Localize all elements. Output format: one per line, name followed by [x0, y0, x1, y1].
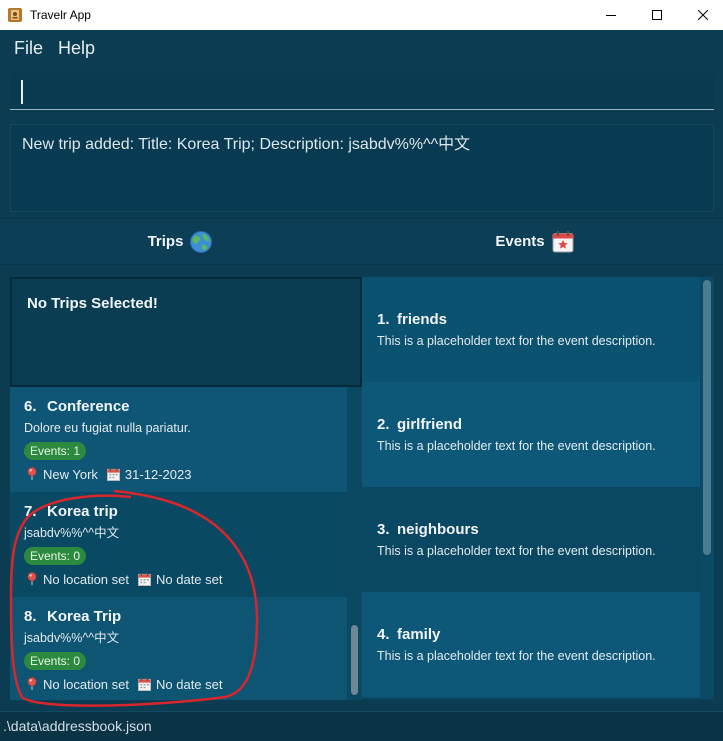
- trip-index: 6.: [24, 398, 37, 415]
- event-description: This is a placeholder text for the event…: [377, 439, 656, 453]
- trip-date: No date set: [156, 571, 223, 587]
- result-message: New trip added: Title: Korea Trip; Descr…: [22, 136, 471, 153]
- trip-description: jsabdv%%^^中文: [24, 526, 120, 540]
- event-description: This is a placeholder text for the event…: [377, 544, 656, 558]
- tab-trips[interactable]: Trips: [0, 219, 361, 264]
- tab-events[interactable]: Events: [361, 219, 723, 264]
- location-pin-icon: [26, 572, 38, 586]
- calendar-star-icon: [551, 230, 575, 254]
- tab-bar: Trips Events: [0, 218, 723, 265]
- event-card[interactable]: 4. family This is a placeholder text for …: [362, 592, 700, 697]
- trip-card[interactable]: 7. Korea trip jsabdv%%^^中文 Events: 0 No l…: [10, 492, 347, 597]
- trip-card[interactable]: 6. Conference Dolore eu fugiat nulla pari…: [10, 387, 347, 492]
- trip-description: jsabdv%%^^中文: [24, 631, 120, 645]
- trip-date: 31-12-2023: [124, 466, 192, 482]
- event-index: 1.: [377, 311, 390, 328]
- location-pin-icon: [26, 677, 38, 691]
- app-icon: [7, 7, 23, 23]
- minimize-button[interactable]: [588, 0, 634, 30]
- trip-title: 8. Korea Trip: [24, 607, 121, 627]
- selected-trip-box: No Trips Selected!: [10, 277, 362, 387]
- menu-help[interactable]: Help: [58, 30, 95, 66]
- no-trip-selected-text: No Trips Selected!: [27, 295, 158, 312]
- calendar-icon: [106, 467, 120, 481]
- event-count-badge: Events: 0: [24, 652, 87, 670]
- scrollbar-thumb[interactable]: [703, 280, 711, 555]
- event-name: neighbours: [397, 521, 479, 538]
- command-box: [10, 73, 714, 110]
- trip-title: 7. Korea trip: [24, 502, 118, 522]
- menu-file[interactable]: File: [14, 30, 43, 66]
- event-description: This is a placeholder text for the event…: [377, 649, 656, 663]
- event-index: 3.: [377, 521, 390, 538]
- result-display: New trip added: Title: Korea Trip; Descr…: [10, 124, 714, 212]
- minimize-icon: [606, 15, 616, 16]
- trips-panel: No Trips Selected! 6. Conference Dolore e…: [10, 277, 362, 700]
- scrollbar-thumb[interactable]: [351, 625, 358, 695]
- event-card[interactable]: 1. friends This is a placeholder text for…: [362, 277, 700, 382]
- maximize-button[interactable]: [634, 0, 680, 30]
- trip-index: 7.: [24, 503, 37, 520]
- event-index: 4.: [377, 626, 390, 643]
- trip-meta: No location set No date set: [26, 675, 223, 693]
- status-bar: .\data\addressbook.json: [0, 711, 723, 741]
- close-button[interactable]: [680, 0, 723, 30]
- trip-card[interactable]: 8. Korea Trip jsabdv%%^^中文 Events: 0 No l…: [10, 597, 347, 700]
- calendar-icon: [138, 677, 151, 691]
- command-input[interactable]: [10, 73, 714, 109]
- event-count-badge: Events: 1: [24, 442, 87, 460]
- event-title: 2. girlfriend: [377, 415, 462, 435]
- trip-list-scrollbar[interactable]: [347, 387, 362, 700]
- globe-icon: [189, 230, 213, 254]
- event-list-scrollbar[interactable]: [700, 277, 714, 699]
- event-card[interactable]: 2. girlfriend This is a placeholder text …: [362, 382, 700, 487]
- window-title: Travelr App: [30, 8, 91, 22]
- close-icon: [698, 10, 708, 20]
- trip-index: 8.: [24, 608, 37, 625]
- trip-meta: New York 31-12-2023: [26, 465, 191, 483]
- event-count-badge: Events: 0: [24, 547, 87, 565]
- trip-title: 6. Conference: [24, 397, 130, 417]
- trip-name: Korea trip: [47, 503, 118, 520]
- event-index: 2.: [377, 416, 390, 433]
- tab-events-label: Events: [495, 233, 545, 250]
- event-name: family: [397, 626, 441, 643]
- location-pin-icon: [26, 467, 38, 481]
- event-card[interactable]: 3. neighbours This is a placeholder text …: [362, 487, 700, 592]
- trip-name: Conference: [47, 398, 130, 415]
- event-description: This is a placeholder text for the event…: [377, 334, 656, 348]
- event-title: 1. friends: [377, 310, 447, 330]
- trip-location: No location set: [43, 571, 129, 587]
- trip-list: 6. Conference Dolore eu fugiat nulla pari…: [10, 387, 362, 700]
- tab-trips-label: Trips: [147, 233, 184, 250]
- maximize-icon: [652, 10, 662, 20]
- text-cursor: [21, 80, 23, 104]
- menu-bar: File Help: [0, 30, 723, 66]
- save-location: .\data\addressbook.json: [3, 718, 152, 734]
- calendar-icon: [138, 572, 151, 586]
- event-title: 3. neighbours: [377, 520, 479, 540]
- trip-date: No date set: [156, 676, 223, 692]
- title-bar: Travelr App: [0, 0, 723, 30]
- trip-location: No location set: [43, 676, 129, 692]
- events-panel: 1. friends This is a placeholder text for…: [362, 277, 714, 699]
- event-name: girlfriend: [397, 416, 463, 433]
- trip-description: Dolore eu fugiat nulla pariatur.: [24, 421, 191, 435]
- trip-name: Korea Trip: [47, 608, 122, 625]
- event-title: 4. family: [377, 625, 440, 645]
- trip-meta: No location set No date set: [26, 570, 223, 588]
- trip-location: New York: [43, 466, 98, 482]
- event-name: friends: [397, 311, 448, 328]
